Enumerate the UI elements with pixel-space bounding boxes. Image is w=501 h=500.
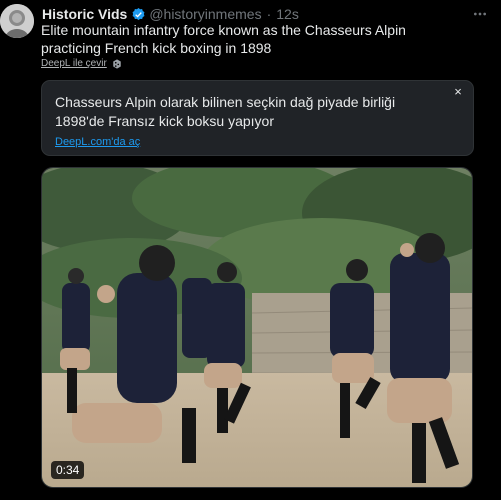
more-horizontal-icon <box>474 12 486 16</box>
tweet-timestamp[interactable]: 12s <box>276 6 299 22</box>
video-duration-badge: 0:34 <box>51 461 85 479</box>
deepl-icon <box>113 58 121 69</box>
translation-text: Chasseurs Alpin olarak bilinen seçkin da… <box>55 94 396 129</box>
translate-row[interactable]: DeepL ile çevir <box>41 58 122 69</box>
author-handle[interactable]: @historyinmemes <box>149 6 261 22</box>
translate-link[interactable]: DeepL ile çevir <box>41 58 107 69</box>
close-icon[interactable]: × <box>451 85 465 99</box>
more-button[interactable] <box>469 5 491 23</box>
author-avatar[interactable] <box>0 4 34 38</box>
tweet-text: Elite mountain infantry force known as t… <box>41 22 406 56</box>
translation-card: Chasseurs Alpin olarak bilinen seçkin da… <box>41 80 474 156</box>
author-display-name[interactable]: Historic Vids <box>42 6 127 22</box>
avatar-image <box>0 4 34 38</box>
separator-dot: · <box>266 6 272 22</box>
open-in-deepl-link[interactable]: DeepL.com'da aç <box>55 136 140 148</box>
video-frame <box>42 168 472 487</box>
video-player[interactable]: 0:34 <box>41 167 473 488</box>
verified-badge-icon <box>132 7 145 20</box>
